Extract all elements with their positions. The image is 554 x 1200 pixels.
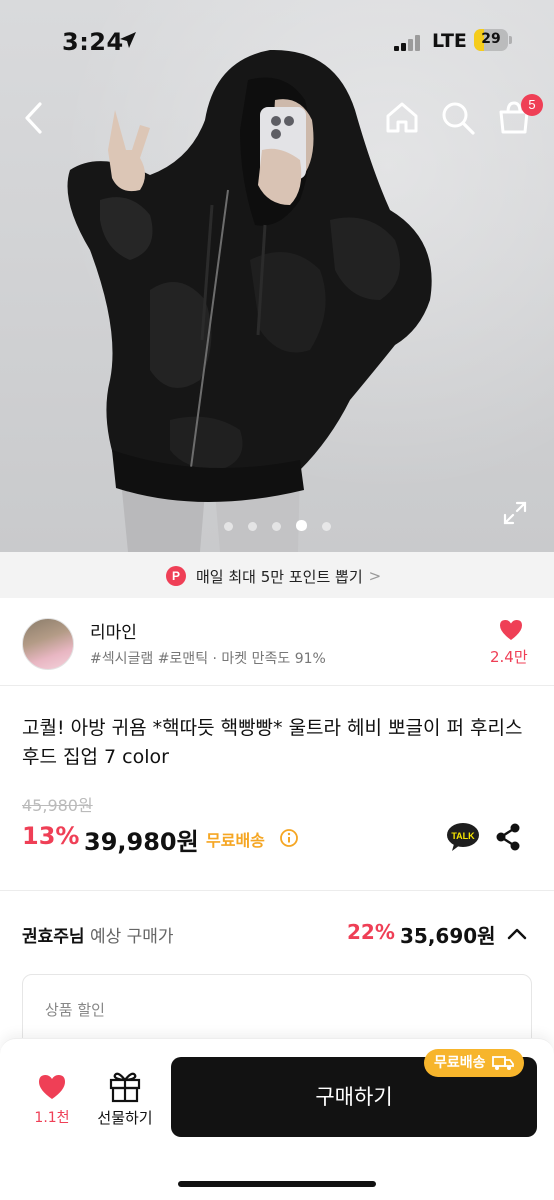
gallery-pagination <box>224 516 346 531</box>
signal-icon <box>394 35 424 51</box>
expected-discount-rate: 22% <box>347 920 395 944</box>
expected-price-caption: 예상 구매가 <box>89 927 174 947</box>
gift-icon[interactable] <box>106 1069 144 1103</box>
original-price: 45,980원 <box>22 796 93 815</box>
discount-rate: 13% <box>22 822 80 850</box>
bottom-action-bar: 1.1천 선물하기 구매하기 무료배송 <box>0 1038 554 1200</box>
seller-name[interactable]: 리마인 <box>90 618 137 643</box>
expand-icon[interactable] <box>502 500 528 526</box>
heart-icon[interactable] <box>498 618 524 642</box>
gallery-dot[interactable] <box>296 520 307 531</box>
share-icon[interactable] <box>494 822 522 852</box>
free-shipping-label: 무료배송 <box>206 831 265 850</box>
gallery-dot[interactable] <box>272 522 281 531</box>
talk-label: TALK <box>451 831 475 841</box>
home-indicator <box>178 1181 376 1187</box>
search-icon[interactable] <box>438 98 478 138</box>
free-shipping-pill: 무료배송 <box>424 1049 524 1077</box>
section-divider <box>0 890 554 891</box>
wishlist-count[interactable]: 1.1천 <box>30 1107 74 1127</box>
network-type: LTE <box>432 30 467 52</box>
battery-icon: 29 <box>474 29 512 51</box>
seller-info[interactable]: 리마인 #섹시글램 #로맨틱 · 마켓 만족도 91% 2.4만 <box>0 598 554 686</box>
gallery-dot[interactable] <box>322 522 331 531</box>
location-arrow-icon <box>120 32 136 48</box>
seller-like-count: 2.4만 <box>490 648 528 666</box>
product-discount-label: 상품 할인 <box>45 1001 105 1019</box>
user-name: 권효주님 <box>22 927 85 947</box>
product-image-gallery[interactable]: 3:24 LTE 29 5 <box>0 0 554 552</box>
cart-count-badge: 5 <box>521 94 543 116</box>
sale-price: 39,980원 <box>84 828 199 856</box>
battery-level: 29 <box>481 31 501 47</box>
chevron-up-icon[interactable] <box>505 922 529 946</box>
info-icon[interactable] <box>279 828 299 848</box>
product-photo <box>67 49 432 552</box>
point-banner-text: 매일 최대 5만 포인트 뽑기 <box>196 567 363 586</box>
product-title: 고퀄! 아방 귀욤 *핵따듯 핵빵빵* 울트라 헤비 뽀글이 퍼 후리스 후드 … <box>22 717 523 768</box>
status-time: 3:24 <box>62 28 124 56</box>
wishlist-heart-icon[interactable] <box>30 1073 74 1101</box>
gift-button-label[interactable]: 선물하기 <box>88 1107 162 1128</box>
seller-avatar[interactable] <box>22 618 74 670</box>
expected-price: 35,690원 <box>400 924 496 948</box>
back-icon[interactable] <box>16 98 56 138</box>
kakao-talk-icon[interactable]: TALK <box>446 822 480 852</box>
expected-price-label: 권효주님 예상 구매가 <box>22 922 174 947</box>
home-icon[interactable] <box>382 98 422 138</box>
point-event-banner[interactable]: P 매일 최대 5만 포인트 뽑기 > <box>0 552 554 598</box>
gallery-dot[interactable] <box>224 522 233 531</box>
point-icon: P <box>166 566 186 586</box>
gallery-dot[interactable] <box>248 522 257 531</box>
chevron-right-icon: > <box>368 567 382 585</box>
status-bar: 3:24 LTE 29 <box>0 0 554 80</box>
truck-icon <box>491 1056 514 1070</box>
free-shipping-pill-label: 무료배송 <box>434 1055 486 1071</box>
seller-tags: #섹시글램 #로맨틱 · 마켓 만족도 91% <box>90 651 326 667</box>
